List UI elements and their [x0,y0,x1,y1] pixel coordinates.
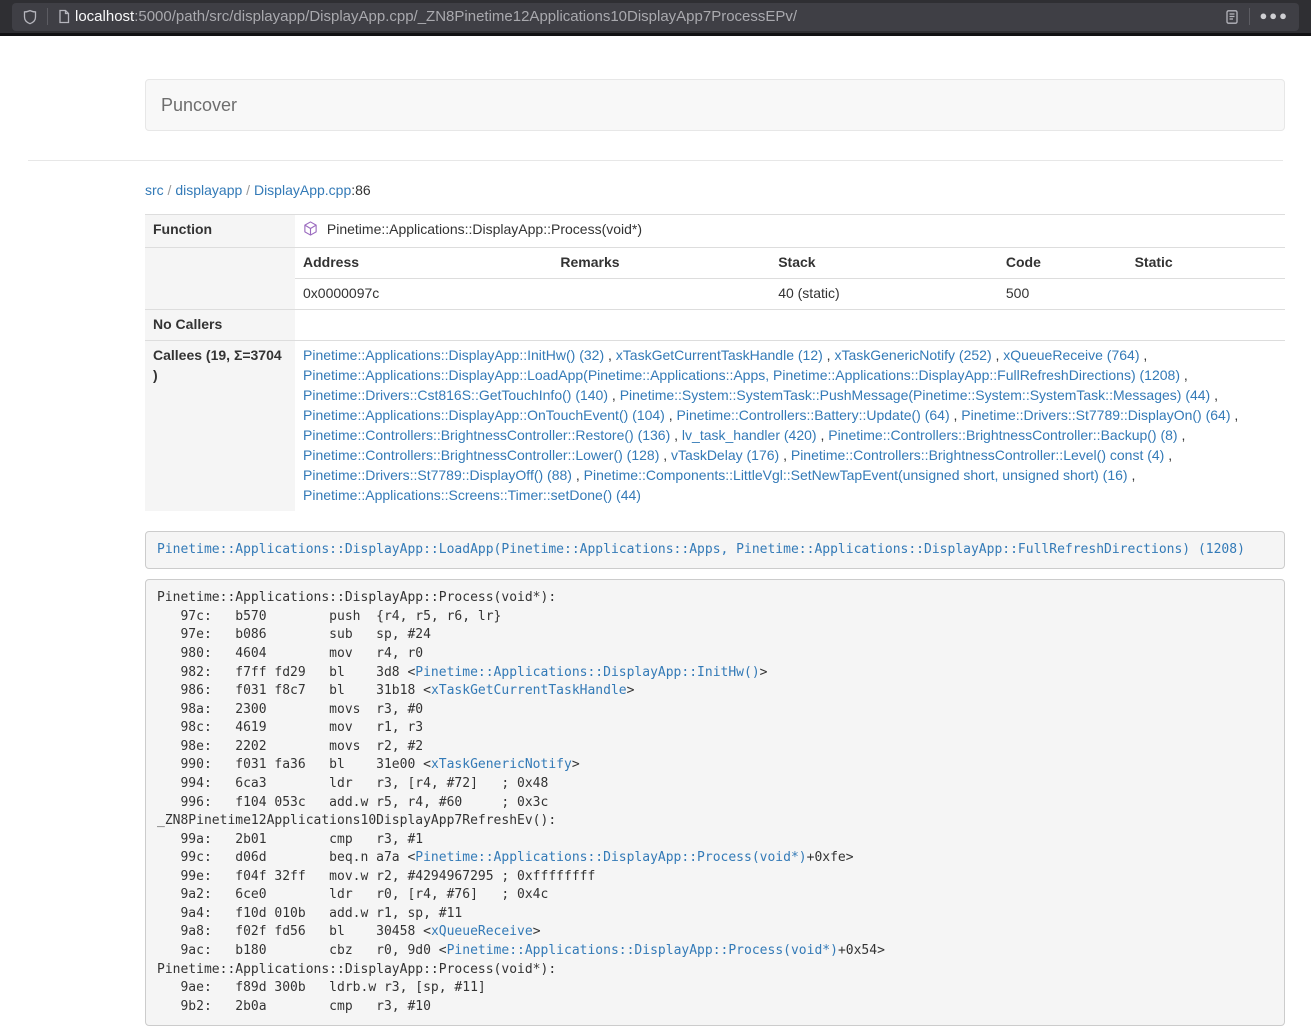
callee-link[interactable]: Pinetime::Components::LittleVgl::SetNewT… [584,467,1128,483]
function-table: Function Pinetime::Applications::Display… [145,214,1285,511]
callee-separator: , [1210,387,1218,403]
breadcrumb-line-number: :86 [351,182,370,198]
assembly-symbol-link[interactable]: xTaskGenericNotify [431,757,572,772]
col-static: Static [1127,248,1285,278]
callee-link[interactable]: Pinetime::System::SystemTask::PushMessag… [620,387,1211,403]
metrics-header-row: Address Remarks Stack Code Static [295,248,1285,278]
urlbar-divider-2 [1249,8,1250,25]
no-callers-label: No Callers [145,309,295,340]
function-name-cell: Pinetime::Applications::DisplayApp::Proc… [295,214,1285,247]
metrics-table: Address Remarks Stack Code Static 0x0000… [295,248,1285,309]
callee-link[interactable]: Pinetime::Controllers::BrightnessControl… [303,447,659,463]
address-value: 0x0000097c [295,278,552,308]
assembly-symbol-link[interactable]: Pinetime::Applications::DisplayApp::Proc… [415,850,806,865]
cube-icon [303,223,322,239]
table-row-metrics: Address Remarks Stack Code Static 0x0000… [145,247,1285,309]
callee-separator: , [665,407,677,423]
table-row-no-callers: No Callers [145,309,1285,340]
shield-icon[interactable] [22,9,38,25]
callee-separator: , [659,447,671,463]
callee-link[interactable]: xTaskGenericNotify (252) [834,347,991,363]
breadcrumb-link[interactable]: displayapp [175,182,242,198]
assembly-symbol-link[interactable]: xTaskGetCurrentTaskHandle [431,683,627,698]
callee-link[interactable]: Pinetime::Applications::DisplayApp::OnTo… [303,407,665,423]
breadcrumb-separator: / [164,182,176,198]
callee-link[interactable]: Pinetime::Controllers::Battery::Update()… [677,407,950,423]
callee-link[interactable]: Pinetime::Applications::DisplayApp::Init… [303,347,604,363]
breadcrumb-separator: / [242,182,254,198]
metrics-value-row: 0x0000097c 40 (static) 500 [295,278,1285,308]
callee-separator: , [1139,347,1147,363]
callee-separator: , [950,407,962,423]
code-value: 500 [998,278,1127,308]
assembly-listing: Pinetime::Applications::DisplayApp::Proc… [145,579,1285,1026]
callee-link[interactable]: xQueueReceive (764) [1003,347,1139,363]
callee-link[interactable]: xTaskGetCurrentTaskHandle (12) [616,347,823,363]
breadcrumb-link[interactable]: src [145,182,164,198]
col-code: Code [998,248,1127,278]
callee-separator: , [608,387,620,403]
callee-separator: , [992,347,1004,363]
callee-separator: , [1164,447,1172,463]
loadapp-link[interactable]: Pinetime::Applications::DisplayApp::Load… [157,542,1245,557]
url-path: :5000/path/src/displayapp/DisplayApp.cpp… [134,8,797,25]
urlbar-divider [47,8,48,25]
callee-separator: , [604,347,616,363]
callee-link[interactable]: Pinetime::Applications::Screens::Timer::… [303,487,641,503]
url-bar[interactable]: localhost:5000/path/src/displayapp/Displ… [12,3,1299,31]
callee-separator: , [817,427,829,443]
table-row-callees: Callees (19, Σ=3704 ) Pinetime::Applicat… [145,340,1285,510]
callee-link[interactable]: Pinetime::Controllers::BrightnessControl… [303,427,670,443]
callee-separator: , [1178,427,1186,443]
callee-link[interactable]: Pinetime::Controllers::BrightnessControl… [791,447,1164,463]
highlighted-line-block: Pinetime::Applications::DisplayApp::Load… [145,531,1285,570]
col-remarks: Remarks [552,248,770,278]
callee-link[interactable]: lv_task_handler (420) [682,427,817,443]
callees-list: Pinetime::Applications::DisplayApp::Init… [295,340,1285,510]
col-address: Address [295,248,552,278]
browser-toolbar: localhost:5000/path/src/displayapp/Displ… [0,0,1311,36]
callee-separator: , [670,427,682,443]
page-icon [57,9,71,24]
callee-link[interactable]: Pinetime::Controllers::BrightnessControl… [828,427,1177,443]
function-label: Function [145,214,295,247]
callee-separator: , [823,347,835,363]
assembly-symbol-link[interactable]: Pinetime::Applications::DisplayApp::Init… [415,665,759,680]
callees-label: Callees (19, Σ=3704 ) [145,340,295,510]
remarks-value [552,278,770,308]
breadcrumb-link[interactable]: DisplayApp.cpp [254,182,351,198]
callee-link[interactable]: vTaskDelay (176) [671,447,779,463]
url-host: localhost [75,8,134,25]
static-value [1127,278,1285,308]
callee-separator: , [1231,407,1239,423]
callee-separator: , [1180,367,1188,383]
callee-link[interactable]: Pinetime::Drivers::Cst816S::GetTouchInfo… [303,387,608,403]
reader-mode-icon[interactable] [1224,9,1240,25]
brand-link[interactable]: Puncover [161,95,237,115]
table-row-function: Function Pinetime::Applications::Display… [145,214,1285,247]
divider-rule [28,160,1283,161]
navbar: Puncover [145,79,1285,131]
breadcrumb: src / displayapp / DisplayApp.cpp:86 [145,181,1285,201]
callee-link[interactable]: Pinetime::Drivers::St7789::DisplayOff() … [303,467,572,483]
page-actions-menu-icon[interactable]: ●●● [1259,7,1289,26]
callee-link[interactable]: Pinetime::Applications::DisplayApp::Load… [303,367,1180,383]
assembly-symbol-link[interactable]: Pinetime::Applications::DisplayApp::Proc… [447,943,838,958]
callee-link[interactable]: Pinetime::Drivers::St7789::DisplayOn() (… [961,407,1230,423]
callee-separator: , [779,447,791,463]
col-stack: Stack [770,248,998,278]
assembly-symbol-link[interactable]: xQueueReceive [431,924,533,939]
url-text[interactable]: localhost:5000/path/src/displayapp/Displ… [75,6,1224,27]
stack-value: 40 (static) [770,278,998,308]
function-name: Pinetime::Applications::DisplayApp::Proc… [327,221,642,237]
callee-separator: , [572,467,584,483]
callee-separator: , [1128,467,1136,483]
